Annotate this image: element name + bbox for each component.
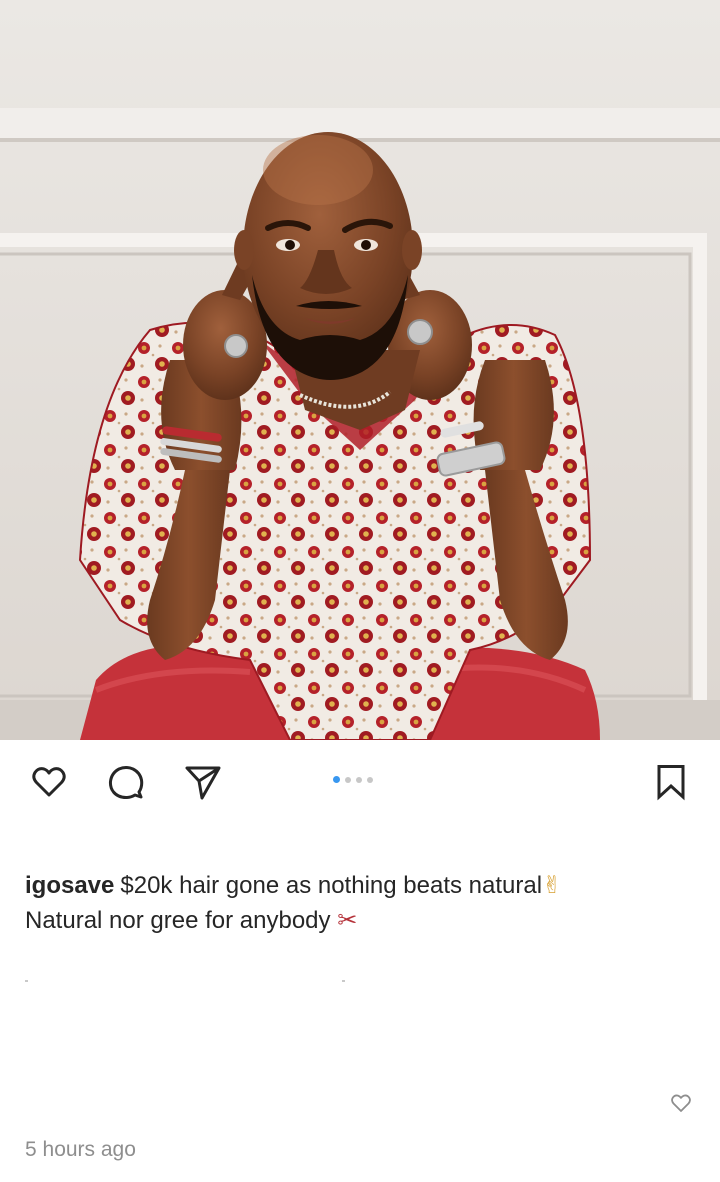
carousel-dot [345,776,351,783]
post-photo[interactable] [0,0,720,740]
paper-plane-icon [185,766,221,800]
post-action-bar [0,740,720,824]
save-button[interactable] [649,760,693,804]
heart-icon [32,767,66,797]
caption-text-line1: $20k hair gone as nothing beats natural [120,872,543,899]
caption-username[interactable]: igosave [25,872,114,899]
comment-icon [108,766,144,799]
small-heart-icon [671,1094,691,1112]
victory-hand-emoji: ✌ [542,871,563,899]
carousel-dot [367,776,373,783]
comment-button[interactable] [104,760,148,804]
carousel-dot [356,776,362,783]
divider-mark [25,980,28,982]
post-timestamp: 5 hours ago [25,1138,136,1161]
carousel-dot-active [333,776,340,783]
caption-like-button[interactable] [668,1090,694,1116]
post-image-illustration [0,0,720,740]
share-button[interactable] [181,760,225,804]
divider-mark [342,980,345,982]
post-caption: igosave $20k hair gone as nothing beats n… [25,868,695,938]
bookmark-icon [657,765,685,801]
like-button[interactable] [27,760,71,804]
carousel-indicator [333,776,373,783]
scissors-emoji: ✂ [337,906,358,934]
caption-text-line2: Natural nor gree for anybody [25,907,331,934]
